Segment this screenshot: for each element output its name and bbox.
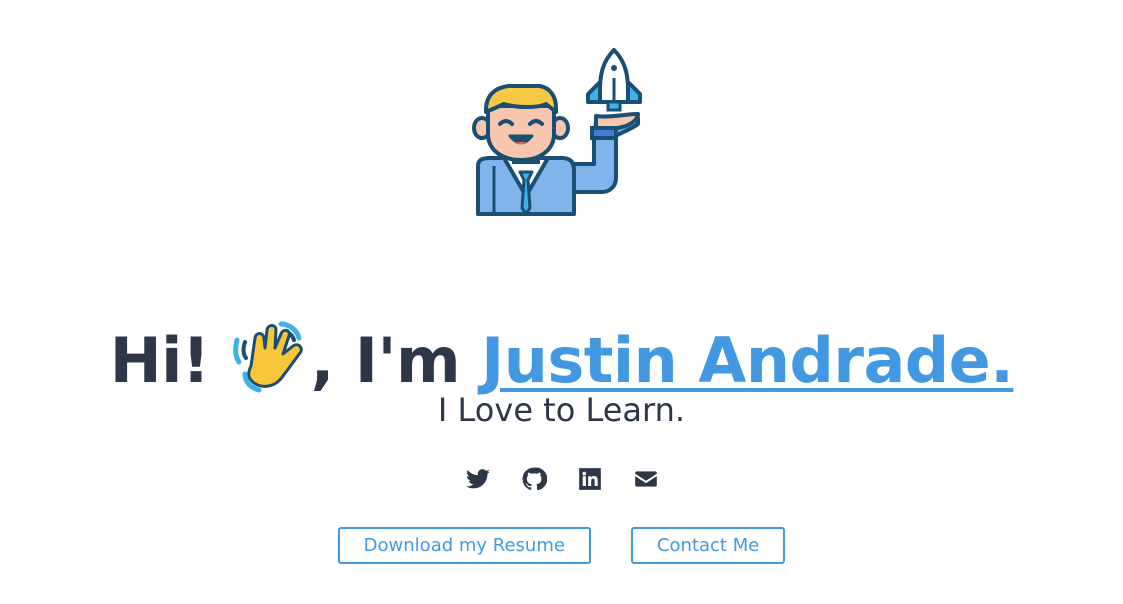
download-resume-button[interactable]: Download my Resume	[337, 527, 591, 564]
rocket-icon	[586, 48, 642, 112]
github-link[interactable]	[521, 466, 547, 492]
developer-avatar-illustration	[472, 48, 642, 216]
linkedin-icon	[578, 468, 601, 490]
email-icon	[634, 471, 657, 487]
linkedin-link[interactable]	[577, 466, 603, 492]
waving-hand-icon	[232, 321, 303, 393]
social-links	[0, 466, 1123, 492]
hero-actions: Download my Resume Contact Me	[0, 527, 1123, 564]
tagline: I Love to Learn.	[437, 391, 686, 429]
twitter-icon	[465, 469, 490, 489]
twitter-link[interactable]	[465, 466, 491, 492]
email-link[interactable]	[633, 466, 659, 492]
hero-section: Hi! , I'm Justin Andrade. I Love to Lear…	[0, 0, 1123, 604]
github-icon	[522, 467, 547, 491]
contact-me-button[interactable]: Contact Me	[630, 527, 786, 564]
